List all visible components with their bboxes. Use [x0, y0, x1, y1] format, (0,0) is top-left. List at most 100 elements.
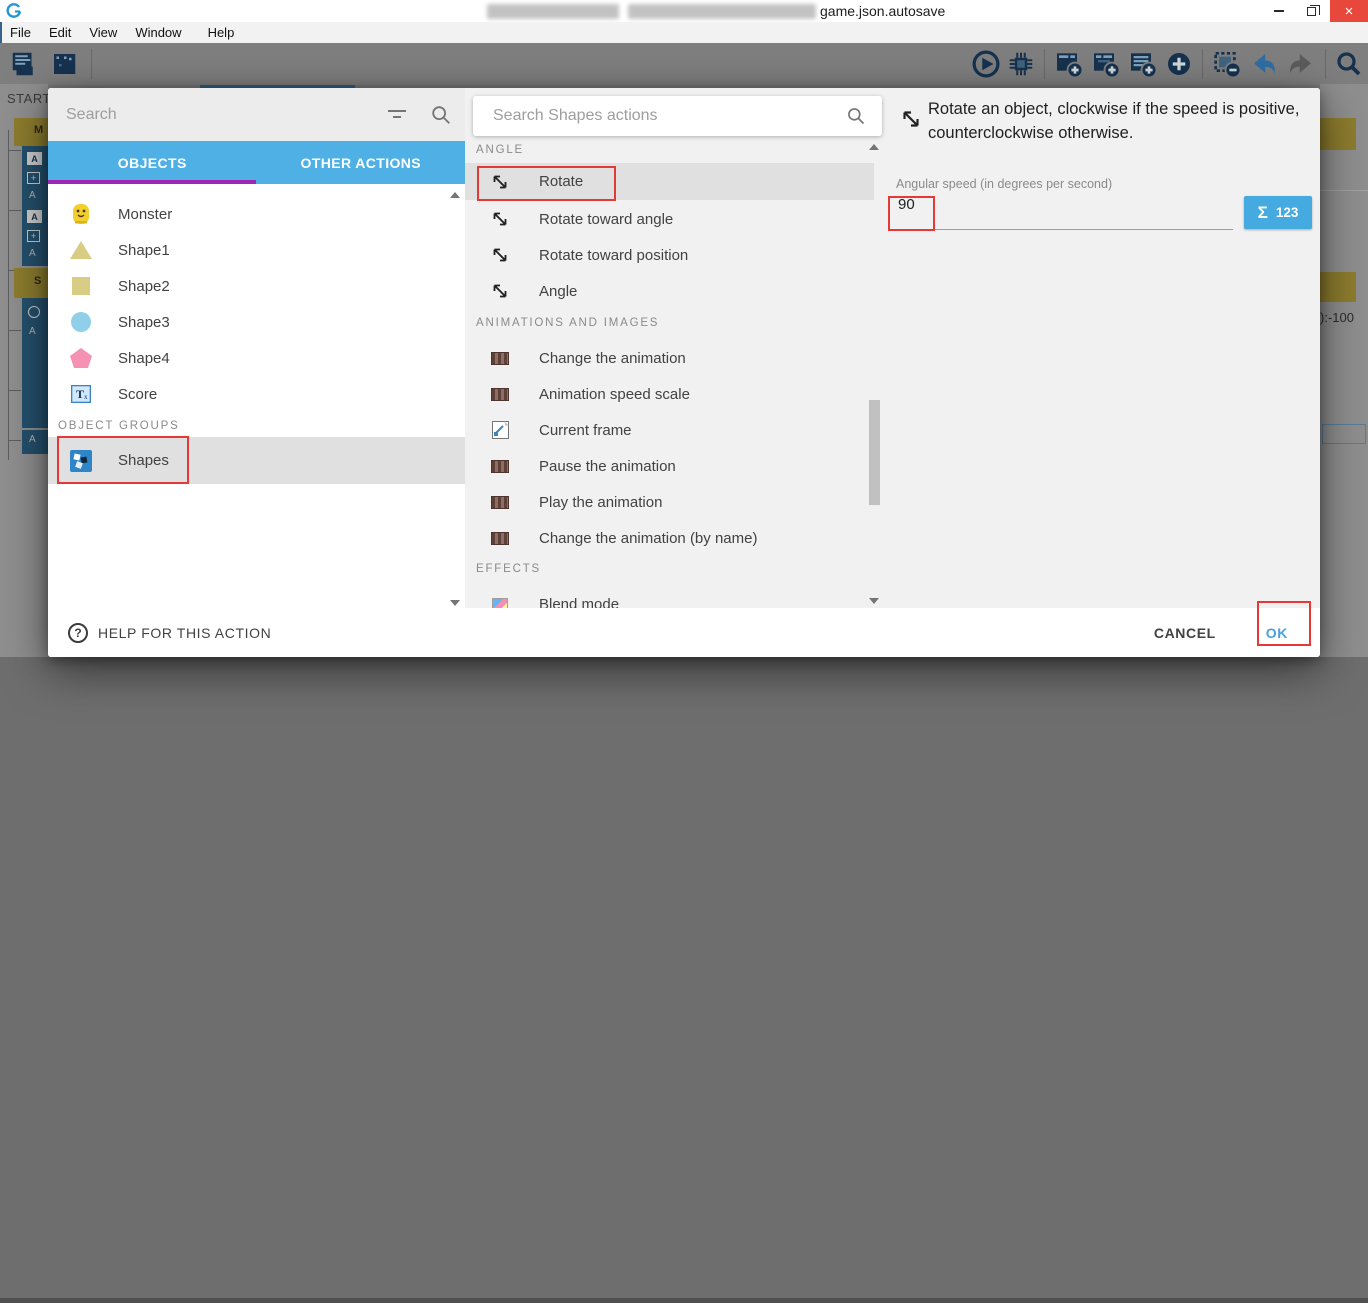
actions-search-input[interactable] — [493, 107, 823, 125]
close-button[interactable]: × — [1330, 0, 1368, 22]
ok-button[interactable]: OK — [1252, 617, 1302, 649]
menu-window[interactable]: Window — [135, 25, 191, 40]
object-label: Shape2 — [118, 277, 170, 295]
object-row-shape1[interactable]: Shape1 — [48, 232, 465, 268]
redo-icon[interactable] — [1285, 49, 1317, 79]
scroll-up-icon[interactable] — [450, 192, 460, 198]
object-label: Monster — [118, 205, 173, 223]
close-icon: × — [1344, 2, 1354, 20]
action-label: Play the animation — [539, 493, 663, 511]
menu-view[interactable]: View — [89, 25, 127, 40]
rotate-icon — [487, 280, 513, 302]
add-circle-icon[interactable] — [1164, 49, 1194, 79]
action-label: Rotate toward angle — [539, 210, 674, 228]
search-icon[interactable] — [846, 106, 866, 126]
rotate-icon — [487, 208, 513, 230]
action-row-animation-speed-scale[interactable]: Animation speed scale — [465, 376, 874, 412]
scene-editor-icon[interactable] — [48, 49, 80, 79]
action-label: Blend mode — [539, 595, 620, 609]
square-icon — [68, 277, 94, 295]
add-comment-icon[interactable] — [1127, 48, 1159, 80]
actions-scrollbar[interactable] — [867, 142, 882, 608]
action-row-rotate-toward-angle[interactable]: Rotate toward angle — [465, 201, 874, 237]
action-editor-dialog: OBJECTS OTHER ACTIONS Monster Shape1 Sha… — [48, 88, 1320, 657]
scrollbar-thumb[interactable] — [869, 400, 880, 505]
tab-objects[interactable]: OBJECTS — [48, 141, 257, 184]
field-fragment — [1322, 424, 1366, 444]
action-row-blend-mode[interactable]: Blend mode — [465, 586, 874, 608]
toolbar-separator — [1325, 49, 1326, 79]
expression-editor-button[interactable]: Σ 123 — [1244, 196, 1312, 229]
debug-icon[interactable] — [1006, 49, 1036, 79]
action-label: Pause the animation — [539, 457, 676, 475]
object-row-monster[interactable]: Monster — [48, 196, 465, 232]
minimize-button[interactable] — [1264, 0, 1294, 22]
cancel-button[interactable]: CANCEL — [1144, 617, 1226, 649]
object-group-icon — [68, 449, 94, 472]
action-detail-panel: Rotate an object, clockwise if the speed… — [890, 88, 1320, 608]
film-icon — [487, 531, 513, 545]
section-header-effects: EFFECTS — [476, 563, 541, 575]
events-sheet-fragment-left: START M A + A A + A S A A — [0, 84, 48, 657]
param-label: Angular speed (in degrees per second) — [896, 177, 1113, 191]
menu-file[interactable]: File — [10, 25, 41, 40]
play-icon[interactable] — [971, 49, 1001, 79]
events-sheet-icon[interactable] — [8, 49, 40, 79]
search-icon[interactable] — [1334, 49, 1364, 79]
action-icon-fragment: A — [27, 152, 42, 165]
action-row-angle[interactable]: Angle — [465, 273, 874, 309]
action-row-change-animation-by-name[interactable]: Change the animation (by name) — [465, 520, 874, 556]
condition-icon-fragment — [28, 306, 40, 318]
object-row-score[interactable]: T x Score — [48, 376, 465, 412]
objects-search-input[interactable] — [66, 105, 366, 124]
action-label: Change the animation (by name) — [539, 529, 758, 547]
blend-mode-icon — [487, 597, 513, 608]
footer-actions: CANCEL OK — [1144, 617, 1302, 649]
instruction-left-panel: OBJECTS OTHER ACTIONS Monster Shape1 Sha… — [48, 88, 465, 608]
delete-event-icon[interactable] — [1211, 48, 1243, 80]
action-row-rotate-toward-position[interactable]: Rotate toward position — [465, 237, 874, 273]
tab-other-actions[interactable]: OTHER ACTIONS — [257, 141, 466, 184]
background-scrollbar-fragment — [0, 1298, 1368, 1303]
expression-text-fragment: ):-100 — [1320, 310, 1354, 325]
comment-row-fragment: S — [14, 268, 48, 298]
menu-edit[interactable]: Edit — [49, 25, 81, 40]
object-row-shape4[interactable]: Shape4 — [48, 340, 465, 376]
angular-speed-input[interactable] — [898, 196, 1018, 213]
group-row-shapes[interactable]: Shapes — [48, 437, 465, 484]
object-label: Shape4 — [118, 349, 170, 367]
object-row-shape3[interactable]: Shape3 — [48, 304, 465, 340]
blurred-title-segment — [628, 4, 816, 19]
add-event-icon[interactable] — [1053, 48, 1085, 80]
scroll-up-icon[interactable] — [869, 144, 879, 150]
input-underline — [896, 229, 1233, 230]
title-bar: game.json.autosave × — [0, 0, 1368, 22]
object-label: Shape3 — [118, 313, 170, 331]
action-description: Rotate an object, clockwise if the speed… — [928, 100, 1300, 142]
action-row-rotate[interactable]: Rotate — [465, 163, 874, 200]
add-action-fragment: + — [27, 230, 40, 242]
help-button[interactable]: ? HELP FOR THIS ACTION — [68, 622, 272, 643]
action-label: Rotate — [539, 173, 584, 190]
gdevelop-logo-icon — [6, 3, 22, 18]
comment-row-fragment — [1320, 272, 1356, 302]
pentagon-icon — [68, 348, 94, 368]
undo-icon[interactable] — [1248, 49, 1280, 79]
scroll-down-icon[interactable] — [450, 600, 460, 606]
action-row-change-animation[interactable]: Change the animation — [465, 340, 874, 376]
object-row-shape2[interactable]: Shape2 — [48, 268, 465, 304]
search-icon[interactable] — [430, 104, 452, 126]
add-action-fragment: + — [27, 172, 40, 184]
action-row-current-frame[interactable]: Current frame — [465, 412, 874, 448]
minimize-icon — [1274, 10, 1284, 12]
menu-help[interactable]: Help — [208, 25, 245, 40]
events-sheet-fragment-right: ):-100 — [1320, 84, 1368, 657]
action-row-pause-animation[interactable]: Pause the animation — [465, 448, 874, 484]
actions-list-panel: ANGLE Rotate Rotate toward angle — [465, 88, 890, 608]
add-subevent-icon[interactable] — [1090, 48, 1122, 80]
action-row-play-animation[interactable]: Play the animation — [465, 484, 874, 520]
scroll-down-icon[interactable] — [869, 598, 879, 604]
filter-icon[interactable] — [386, 107, 408, 123]
help-label: HELP FOR THIS ACTION — [98, 624, 272, 641]
restore-button[interactable] — [1296, 0, 1326, 22]
